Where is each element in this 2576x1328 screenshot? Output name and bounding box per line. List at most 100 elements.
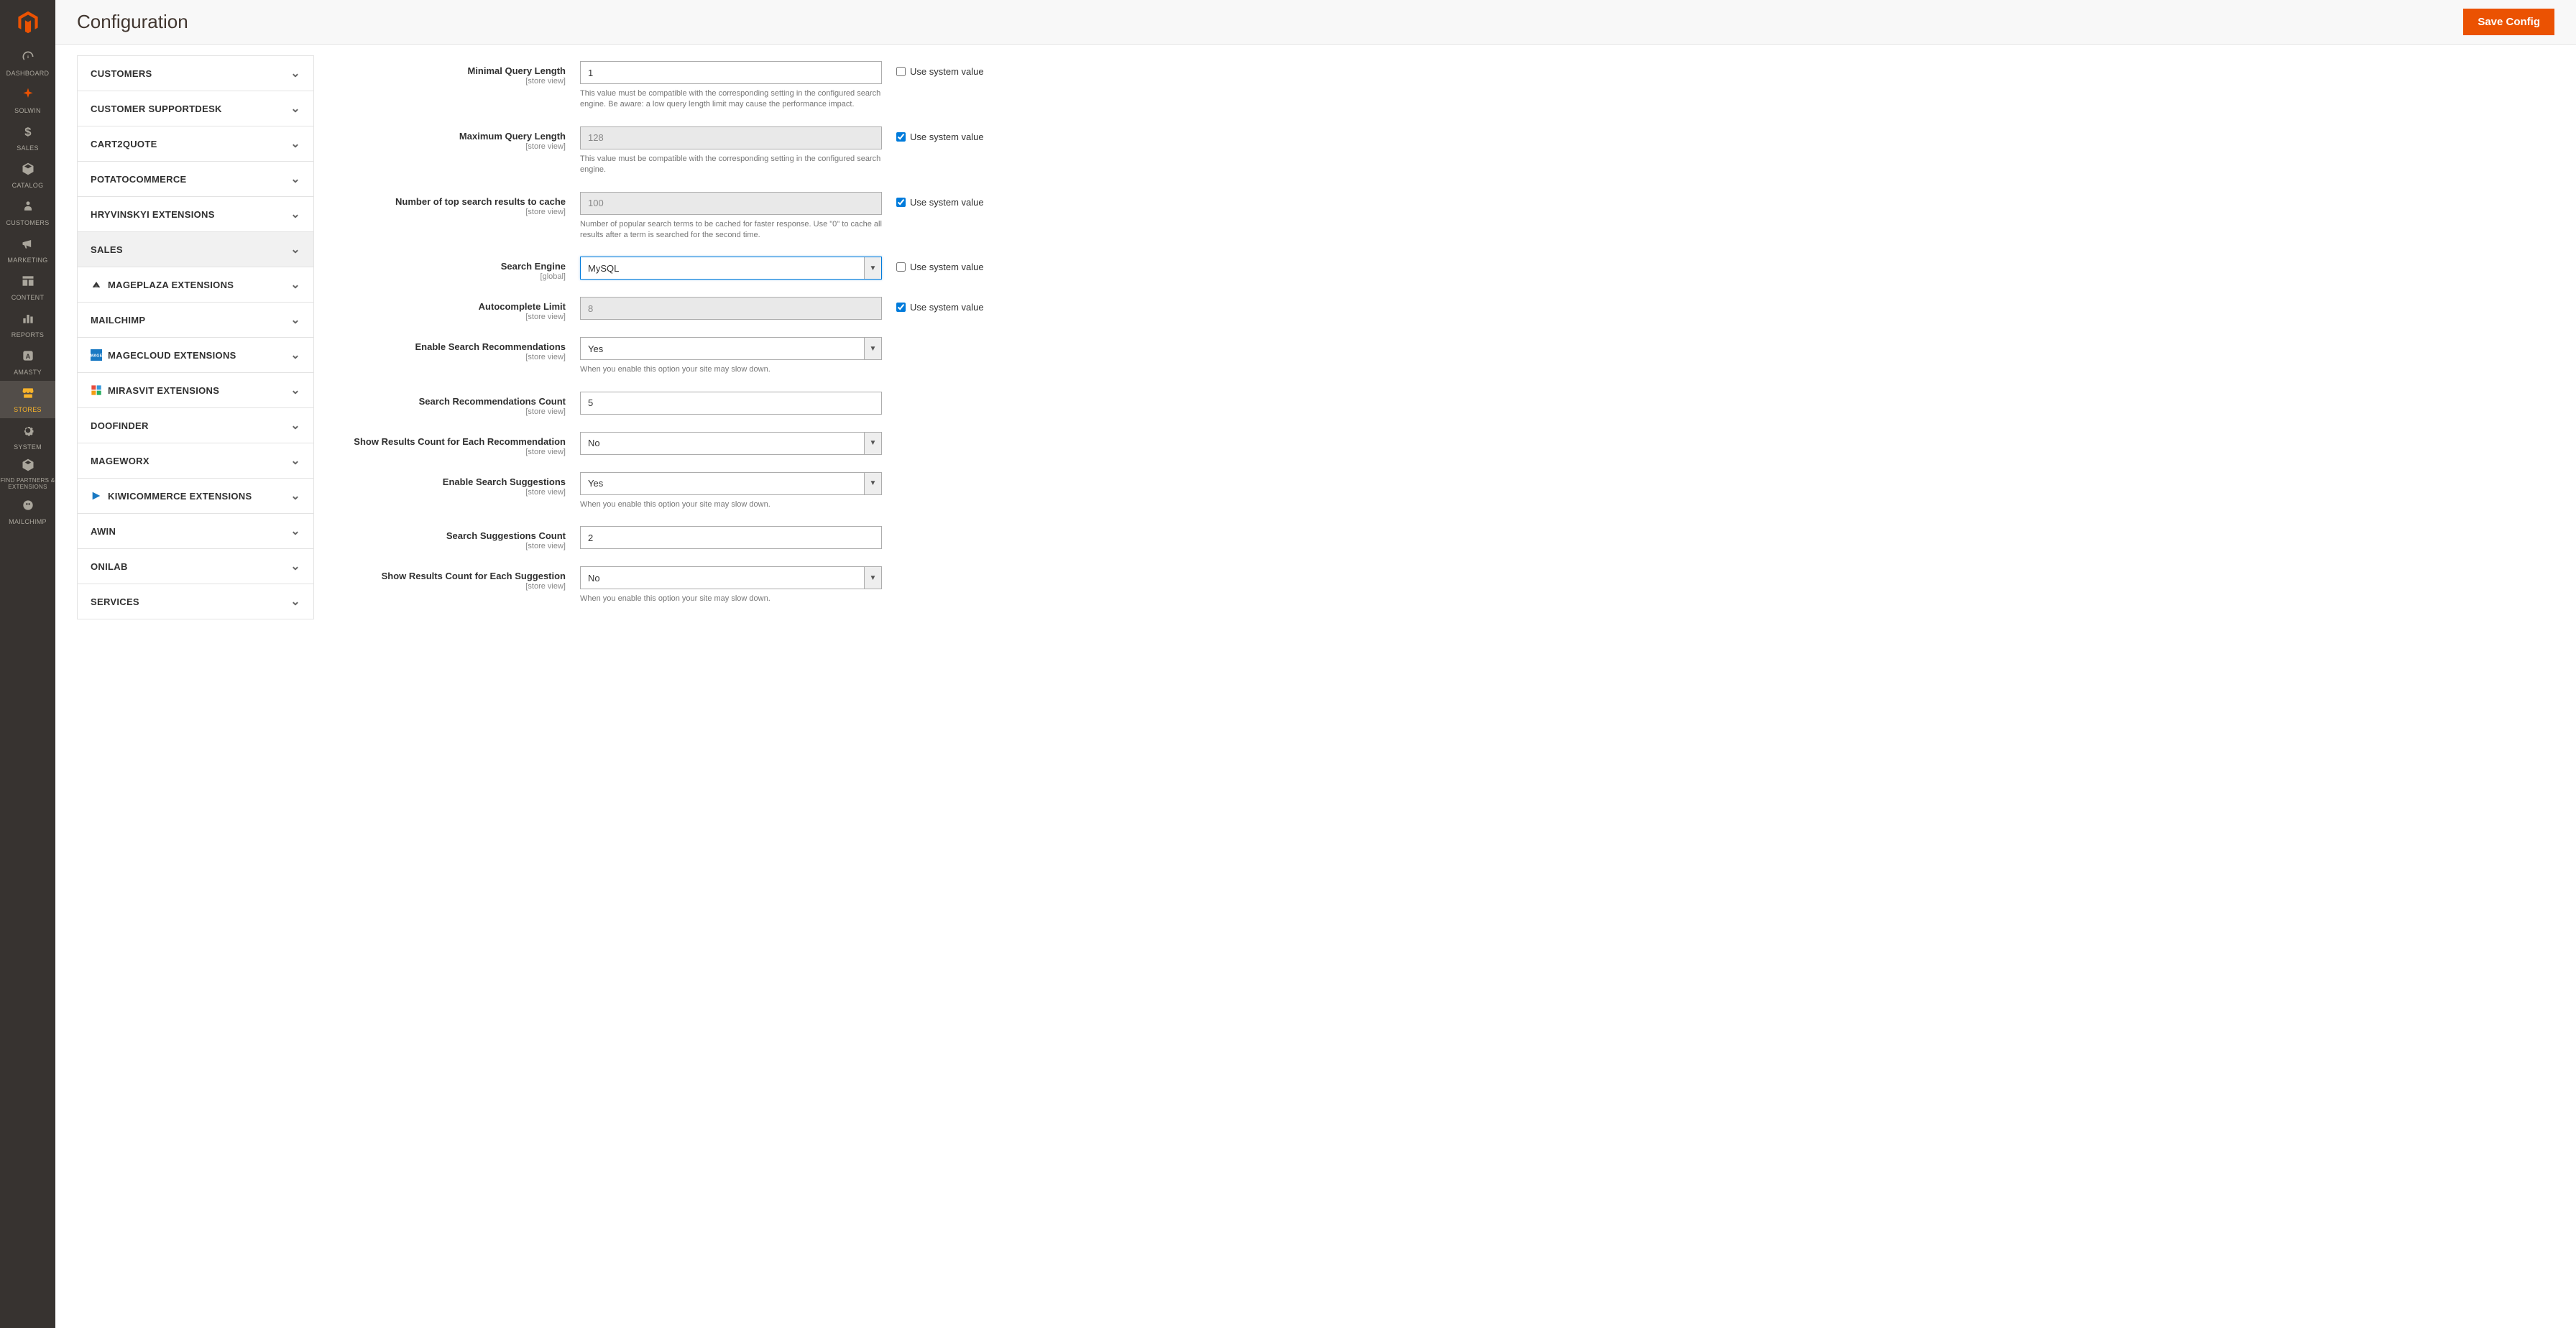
chevron-down-icon: ⌄: [290, 453, 300, 468]
magento-logo[interactable]: [0, 0, 55, 45]
suggestions_count-input[interactable]: [580, 526, 882, 549]
chevron-down-icon: ⌄: [290, 383, 300, 397]
chevron-down-icon: ▼: [864, 473, 881, 494]
nav-dashboard[interactable]: DASHBOARD: [0, 45, 55, 82]
field-scope: [store view]: [336, 77, 566, 86]
section-hryvinskyi[interactable]: HRYVINSKYI EXTENSIONS⌄: [77, 197, 314, 232]
use-system-checkbox[interactable]: [896, 303, 906, 312]
chevron-down-icon: ⌄: [290, 418, 300, 433]
chevron-down-icon: ⌄: [290, 594, 300, 609]
field-top_results_cache: Number of top search results to cache[st…: [336, 192, 2554, 241]
kiwi-icon: [91, 490, 102, 502]
nav-reports[interactable]: REPORTS: [0, 306, 55, 343]
partners-icon: [21, 458, 35, 476]
enable_recommendations-select[interactable]: Yes▼: [580, 337, 882, 360]
amasty-icon: a: [21, 349, 35, 366]
select-value: Yes: [588, 478, 603, 489]
nav-content[interactable]: CONTENT: [0, 269, 55, 306]
enable_suggestions-select[interactable]: Yes ▼: [580, 472, 882, 495]
nav-solwin[interactable]: SOLWIN: [0, 82, 55, 119]
section-mirasvit[interactable]: MIRASVIT EXTENSIONS⌄: [77, 373, 314, 408]
section-mageplaza[interactable]: MAGEPLAZA EXTENSIONS⌄: [77, 267, 314, 303]
nav-label: CATALOG: [12, 182, 44, 189]
use-system-checkbox[interactable]: [896, 262, 906, 272]
nav-customers[interactable]: CUSTOMERS: [0, 194, 55, 231]
section-cart2quote[interactable]: CART2QUOTE⌄: [77, 126, 314, 162]
svg-text:a: a: [25, 353, 30, 360]
nav-stores[interactable]: STORES: [0, 381, 55, 418]
nav-label: STORES: [14, 406, 42, 413]
section-label-text: MAGECLOUD EXTENSIONS: [108, 350, 236, 361]
section-doofinder[interactable]: DOOFINDER⌄: [77, 408, 314, 443]
field-search_engine: Search Engine[global]MySQL▼Use system va…: [336, 257, 2554, 281]
nav-marketing[interactable]: MARKETING: [0, 231, 55, 269]
section-magecloud[interactable]: MageMAGECLOUD EXTENSIONS⌄: [77, 338, 314, 373]
help-text: This value must be compatible with the c…: [580, 88, 882, 111]
min_query_length-use-system[interactable]: Use system value: [896, 66, 2554, 77]
section-mageworx[interactable]: MAGEWORX⌄: [77, 443, 314, 479]
search_engine-select[interactable]: MySQL▼: [580, 257, 882, 280]
chevron-down-icon: ⌄: [290, 524, 300, 538]
field-label: Search Recommendations Count: [419, 396, 566, 407]
field-label: Minimal Query Length: [467, 65, 566, 76]
chevron-down-icon: ⌄: [290, 277, 300, 292]
field-label: Maximum Query Length: [459, 131, 566, 142]
field-label: Search Suggestions Count: [446, 530, 566, 541]
min_query_length-input[interactable]: [580, 61, 882, 84]
section-kiwicommerce[interactable]: KIWICOMMERCE EXTENSIONS ⌄: [77, 479, 314, 514]
svg-text:$: $: [24, 125, 32, 139]
field-scope: [global]: [336, 272, 566, 281]
field-label: Autocomplete Limit: [479, 301, 566, 312]
nav-mailchimp-nav[interactable]: MAILCHIMP: [0, 493, 55, 530]
field-scope: [store view]: [336, 313, 566, 321]
gear-icon: [21, 423, 35, 441]
nav-sales[interactable]: $ SALES: [0, 119, 55, 157]
section-services[interactable]: SERVICES⌄: [77, 584, 314, 619]
search_engine-use-system[interactable]: Use system value: [896, 262, 2554, 272]
nav-label: SOLWIN: [14, 107, 41, 114]
section-customers[interactable]: CUSTOMERS⌄: [77, 55, 314, 91]
help-text: When you enable this option your site ma…: [580, 594, 882, 604]
section-label-text: HRYVINSKYI EXTENSIONS: [91, 209, 215, 220]
save-config-button[interactable]: Save Config: [2463, 9, 2554, 35]
field-label: Enable Search Suggestions: [443, 476, 566, 487]
top_results_cache-use-system[interactable]: Use system value: [896, 197, 2554, 208]
section-sales[interactable]: SALES⌄: [77, 232, 314, 267]
bars-icon: [21, 311, 35, 329]
max_query_length-use-system[interactable]: Use system value: [896, 132, 2554, 142]
help-text: This value must be compatible with the c…: [580, 154, 882, 176]
autocomplete_limit-use-system[interactable]: Use system value: [896, 302, 2554, 313]
recommendations_count-input[interactable]: [580, 392, 882, 415]
show_results_each_suggestion-select[interactable]: No▼: [580, 566, 882, 589]
use-system-checkbox[interactable]: [896, 132, 906, 142]
section-label-text: KIWICOMMERCE EXTENSIONS: [108, 491, 252, 502]
use-system-checkbox[interactable]: [896, 198, 906, 207]
nav-label: DASHBOARD: [6, 70, 50, 77]
section-awin[interactable]: AWIN⌄: [77, 514, 314, 549]
section-onilab[interactable]: ONILAB⌄: [77, 549, 314, 584]
field-scope: [store view]: [336, 448, 566, 456]
use-system-checkbox[interactable]: [896, 67, 906, 76]
nav-find-partners[interactable]: FIND PARTNERS & EXTENSIONS: [0, 456, 55, 493]
chevron-down-icon: ⌄: [290, 489, 300, 503]
field-show_results_each_suggestion: Show Results Count for Each Suggestion[s…: [336, 566, 2554, 604]
section-potatocommerce[interactable]: POTATOCOMMERCE⌄: [77, 162, 314, 197]
chevron-down-icon: ⌄: [290, 242, 300, 257]
compass-icon: [21, 87, 35, 105]
select-value: No: [588, 438, 600, 448]
nav-label: SALES: [17, 144, 39, 152]
person-icon: [21, 199, 35, 217]
help-text: When you enable this option your site ma…: [580, 364, 882, 375]
config-form: Minimal Query Length[store view]This val…: [336, 55, 2554, 1306]
nav-catalog[interactable]: CATALOG: [0, 157, 55, 194]
nav-label: SYSTEM: [14, 443, 42, 451]
select-value: MySQL: [588, 263, 619, 274]
box-icon: [21, 162, 35, 180]
section-label-text: MAILCHIMP: [91, 315, 145, 326]
show_results_each_recommendation-select[interactable]: No▼: [580, 432, 882, 455]
section-mailchimp[interactable]: MAILCHIMP⌄: [77, 303, 314, 338]
section-customer-supportdesk[interactable]: CUSTOMER SUPPORTDESK⌄: [77, 91, 314, 126]
nav-system[interactable]: SYSTEM: [0, 418, 55, 456]
field-recommendations_count: Search Recommendations Count[store view]: [336, 392, 2554, 416]
nav-amasty[interactable]: aAMASTY: [0, 343, 55, 381]
